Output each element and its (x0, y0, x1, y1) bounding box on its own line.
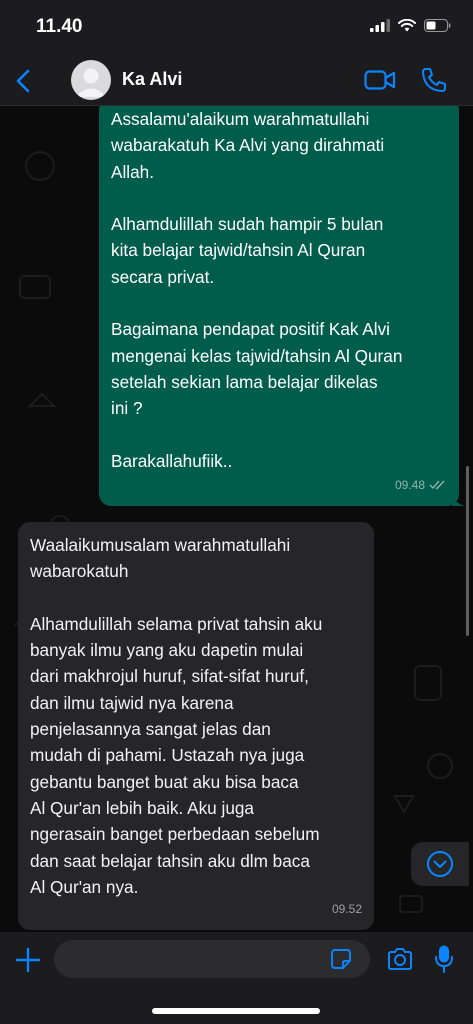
back-chevron-icon (16, 69, 30, 93)
chat-area[interactable]: Assalamu'alaikum warahmatullahi wabaraka… (0, 106, 473, 932)
composer-bar (0, 932, 473, 1024)
home-indicator[interactable] (152, 1008, 320, 1014)
phone-icon (422, 68, 446, 92)
avatar[interactable] (71, 60, 111, 100)
chat-header: Ka Alvi (0, 56, 473, 106)
back-button[interactable] (10, 66, 36, 96)
sticker-button[interactable] (330, 948, 352, 970)
status-bar: 11.40 (0, 0, 473, 56)
camera-button[interactable] (386, 946, 414, 972)
attach-button[interactable] (14, 946, 42, 974)
microphone-button[interactable] (434, 944, 454, 974)
video-call-icon (364, 70, 396, 90)
message-bubble-outgoing[interactable]: Assalamu'alaikum warahmatullahi wabaraka… (99, 106, 466, 506)
contact-name[interactable]: Ka Alvi (122, 69, 182, 90)
message-meta: 09.52 (332, 896, 362, 922)
message-time: 09.52 (331, 901, 362, 916)
signal-icon (370, 19, 390, 32)
video-call-button[interactable] (364, 68, 396, 92)
bubble-tail (452, 492, 466, 506)
scrollbar[interactable] (466, 466, 469, 636)
chevron-down-icon (427, 851, 453, 877)
sticker-icon (331, 949, 351, 969)
status-time: 11.40 (36, 16, 83, 37)
plus-icon (15, 947, 41, 973)
message-text: Assalamu'alaikum warahmatullahi wabaraka… (111, 109, 403, 471)
avatar-icon (76, 68, 106, 97)
message-bubble-incoming[interactable]: Waalaikumusalam warahmatullahi wabarokat… (18, 522, 374, 930)
camera-icon (388, 948, 412, 970)
message-meta: 09.48 (395, 472, 447, 498)
message-text: Waalaikumusalam warahmatullahi wabarokat… (30, 535, 323, 897)
message-input[interactable] (54, 940, 370, 978)
voice-call-button[interactable] (420, 66, 448, 94)
scroll-to-bottom-button[interactable] (411, 842, 469, 886)
status-icons (370, 19, 451, 32)
wifi-icon (398, 19, 416, 32)
message-time: 09.48 (394, 477, 425, 492)
battery-icon (424, 19, 451, 32)
mic-icon (435, 945, 453, 973)
read-receipt-icon (429, 480, 445, 490)
